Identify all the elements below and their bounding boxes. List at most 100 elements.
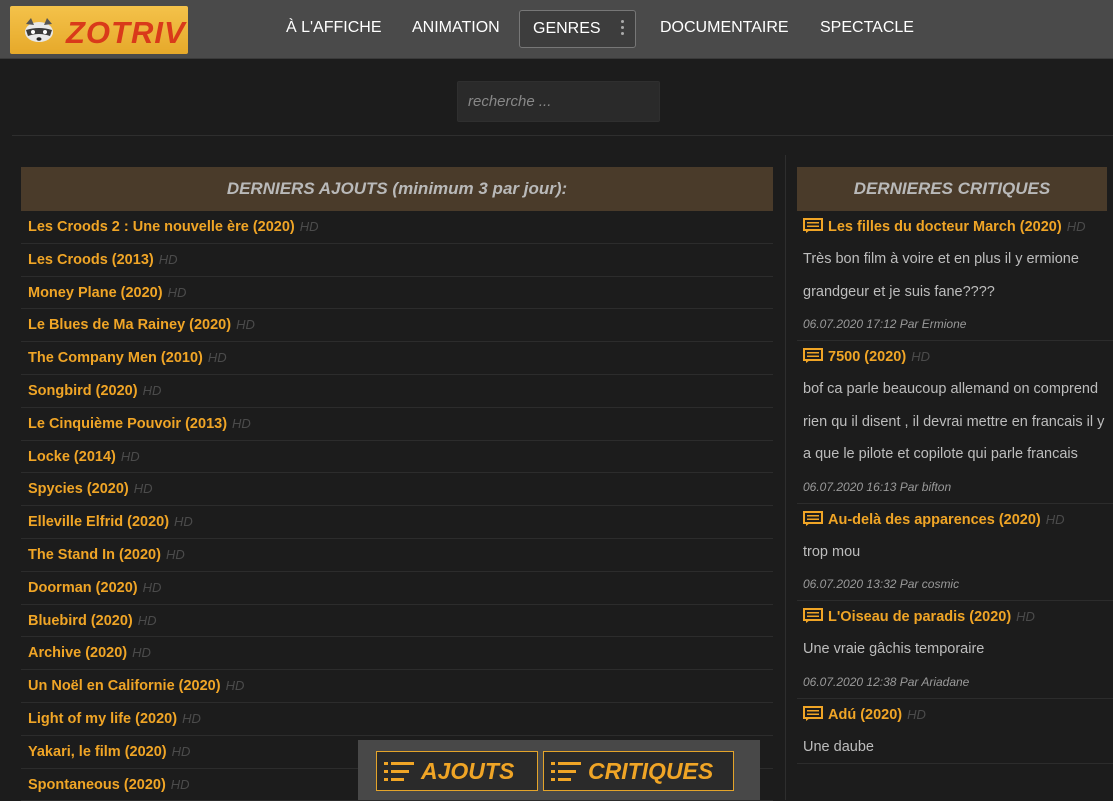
site-logo[interactable]: ZOTRIV xyxy=(10,6,188,54)
review-movie-link[interactable]: 7500 (2020) xyxy=(828,349,906,365)
review-movie-link[interactable]: Adú (2020) xyxy=(828,707,902,723)
comment-icon xyxy=(803,702,823,721)
hd-badge: HD xyxy=(120,448,140,464)
latest-reviews-list: Les filles du docteur March (2020) HD Très… xyxy=(797,211,1113,800)
movie-title-link[interactable]: Yakari, le film (2020) xyxy=(28,744,167,760)
movie-title-link[interactable]: Le Blues de Ma Rainey (2020) xyxy=(28,317,231,333)
hd-badge: HD xyxy=(165,546,185,562)
review-title-row: 7500 (2020) HD xyxy=(803,341,1113,373)
movie-title-link[interactable]: Le Cinquième Pouvoir (2013) xyxy=(28,416,227,432)
hd-badge: HD xyxy=(171,743,191,759)
search-box xyxy=(457,81,660,122)
review-item: L'Oiseau de paradis (2020) HD Une vraie gâ… xyxy=(797,601,1113,699)
review-movie-link[interactable]: Les filles du docteur March (2020) xyxy=(828,219,1062,235)
hd-badge: HD xyxy=(170,776,190,792)
hd-badge: HD xyxy=(158,251,178,267)
hd-badge: HD xyxy=(299,219,319,234)
list-icon xyxy=(551,762,581,781)
list-item: Archive (2020) HD xyxy=(21,637,773,671)
list-item: Doorman (2020) HD xyxy=(21,572,773,605)
comment-icon xyxy=(803,344,823,363)
review-meta: 06.07.2020 17:12 Par Ermione xyxy=(803,317,967,331)
comment-icon xyxy=(803,604,823,623)
review-item: Au-delà des apparences (2020) HD trop mou 0… xyxy=(797,504,1113,601)
review-item: 7500 (2020) HD bof ca parle beaucoup allem… xyxy=(797,341,1113,504)
comment-icon xyxy=(803,214,823,233)
movie-title-link[interactable]: The Company Men (2010) xyxy=(28,350,203,366)
movie-title-link[interactable]: Archive (2020) xyxy=(28,645,127,661)
kebab-icon xyxy=(620,20,625,38)
hd-badge: HD xyxy=(174,514,193,530)
latest-additions-list: Les Croods 2 : Une nouvelle ère (2020) HD… xyxy=(21,211,773,801)
review-title-row: L'Oiseau de paradis (2020) HD xyxy=(803,601,1113,633)
list-item: Light of my life (2020) HD xyxy=(21,703,773,736)
review-title-row: Les filles du docteur March (2020) HD xyxy=(803,211,1113,243)
list-item: Bluebird (2020) HD xyxy=(21,605,773,638)
comment-icon xyxy=(803,507,823,526)
review-meta: 06.07.2020 13:32 Par cosmic xyxy=(803,577,960,591)
review-item: Les filles du docteur March (2020) HD Très… xyxy=(797,211,1113,341)
movie-title-link[interactable]: Elleville Elfrid (2020) xyxy=(28,514,169,530)
review-meta: 06.07.2020 12:38 Par Ariadane xyxy=(803,674,970,689)
list-item: Un Noël en Californie (2020) HD xyxy=(21,670,773,703)
nav-documentaire[interactable]: DOCUMENTAIRE xyxy=(660,10,789,46)
bottom-toggle-bar: AJOUTS CRITIQUES xyxy=(358,740,760,800)
hd-badge: HD xyxy=(1016,609,1035,624)
list-item: Les Croods (2013) HD xyxy=(21,244,773,277)
review-movie-link[interactable]: Au-delà des apparences (2020) xyxy=(828,512,1041,528)
review-text: Très bon film à voire et en plus il y er… xyxy=(803,251,1079,300)
review-title-row: Adú (2020) HD xyxy=(803,699,1113,731)
hd-badge: HD xyxy=(232,415,251,431)
search-input[interactable] xyxy=(457,81,660,122)
review-text: Une daube xyxy=(803,738,874,755)
review-movie-link[interactable]: L'Oiseau de paradis (2020) xyxy=(828,609,1011,625)
movie-title-link[interactable]: Locke (2014) xyxy=(28,449,116,465)
latest-reviews-heading: DERNIERES CRITIQUES xyxy=(797,167,1107,211)
hd-badge: HD xyxy=(1045,511,1065,527)
hd-badge: HD xyxy=(142,382,162,398)
critiques-button[interactable]: CRITIQUES xyxy=(543,751,734,791)
hd-badge: HD xyxy=(207,350,227,366)
review-text: Une vraie gâchis temporaire xyxy=(803,641,985,657)
list-item: Spycies (2020) HD xyxy=(21,473,773,507)
nav-genres-label: GENRES xyxy=(533,20,601,37)
list-item: Money Plane (2020) HD xyxy=(21,277,773,310)
movie-title-link[interactable]: Les Croods 2 : Une nouvelle ère (2020) xyxy=(28,219,295,235)
list-item: Locke (2014) HD xyxy=(21,441,773,474)
latest-additions-heading: DERNIERS AJOUTS (minimum 3 par jour): xyxy=(21,167,773,211)
movie-title-link[interactable]: Spycies (2020) xyxy=(28,481,129,497)
movie-title-link[interactable]: Les Croods (2013) xyxy=(28,252,154,268)
movie-title-link[interactable]: Light of my life (2020) xyxy=(28,711,177,727)
list-item: Songbird (2020) HD xyxy=(21,375,773,408)
movie-title-link[interactable]: The Stand In (2020) xyxy=(28,547,161,563)
nav-spectacle[interactable]: SPECTACLE xyxy=(820,10,914,46)
list-item: The Stand In (2020) HD xyxy=(21,539,773,572)
ajouts-button[interactable]: AJOUTS xyxy=(376,751,538,791)
hd-badge: HD xyxy=(911,349,930,364)
movie-title-link[interactable]: Doorman (2020) xyxy=(28,580,138,596)
hd-badge: HD xyxy=(1066,219,1086,234)
movie-title-link[interactable]: Un Noël en Californie (2020) xyxy=(28,678,221,694)
review-text: bof ca parle beaucoup allemand on compre… xyxy=(803,381,1105,462)
list-item: Les Croods 2 : Une nouvelle ère (2020) HD xyxy=(21,211,773,244)
hd-badge: HD xyxy=(137,612,157,628)
raccoon-icon xyxy=(25,18,53,42)
list-item: Elleville Elfrid (2020) HD xyxy=(21,506,773,539)
movie-title-link[interactable]: Spontaneous (2020) xyxy=(28,777,166,793)
nav-genres-dropdown[interactable]: GENRES xyxy=(519,10,636,48)
nav-a-laffiche[interactable]: À L'AFFICHE xyxy=(286,10,382,46)
list-item: Le Blues de Ma Rainey (2020) HD xyxy=(21,309,773,343)
column-divider xyxy=(785,155,786,800)
movie-title-link[interactable]: Songbird (2020) xyxy=(28,383,138,399)
top-navigation-bar: ZOTRIV À L'AFFICHE ANIMATION GENRES DOCU… xyxy=(0,0,1113,59)
nav-animation[interactable]: ANIMATION xyxy=(412,10,500,46)
list-item: Le Cinquième Pouvoir (2013) HD xyxy=(21,408,773,441)
hd-badge: HD xyxy=(142,579,162,595)
critiques-label: CRITIQUES xyxy=(588,758,714,784)
hd-badge: HD xyxy=(182,710,201,726)
movie-title-link[interactable]: Money Plane (2020) xyxy=(28,285,163,301)
movie-title-link[interactable]: Bluebird (2020) xyxy=(28,613,133,629)
review-text: trop mou xyxy=(803,543,861,560)
list-item: The Company Men (2010) HD xyxy=(21,342,773,375)
review-meta: 06.07.2020 16:13 Par bifton xyxy=(803,479,952,494)
